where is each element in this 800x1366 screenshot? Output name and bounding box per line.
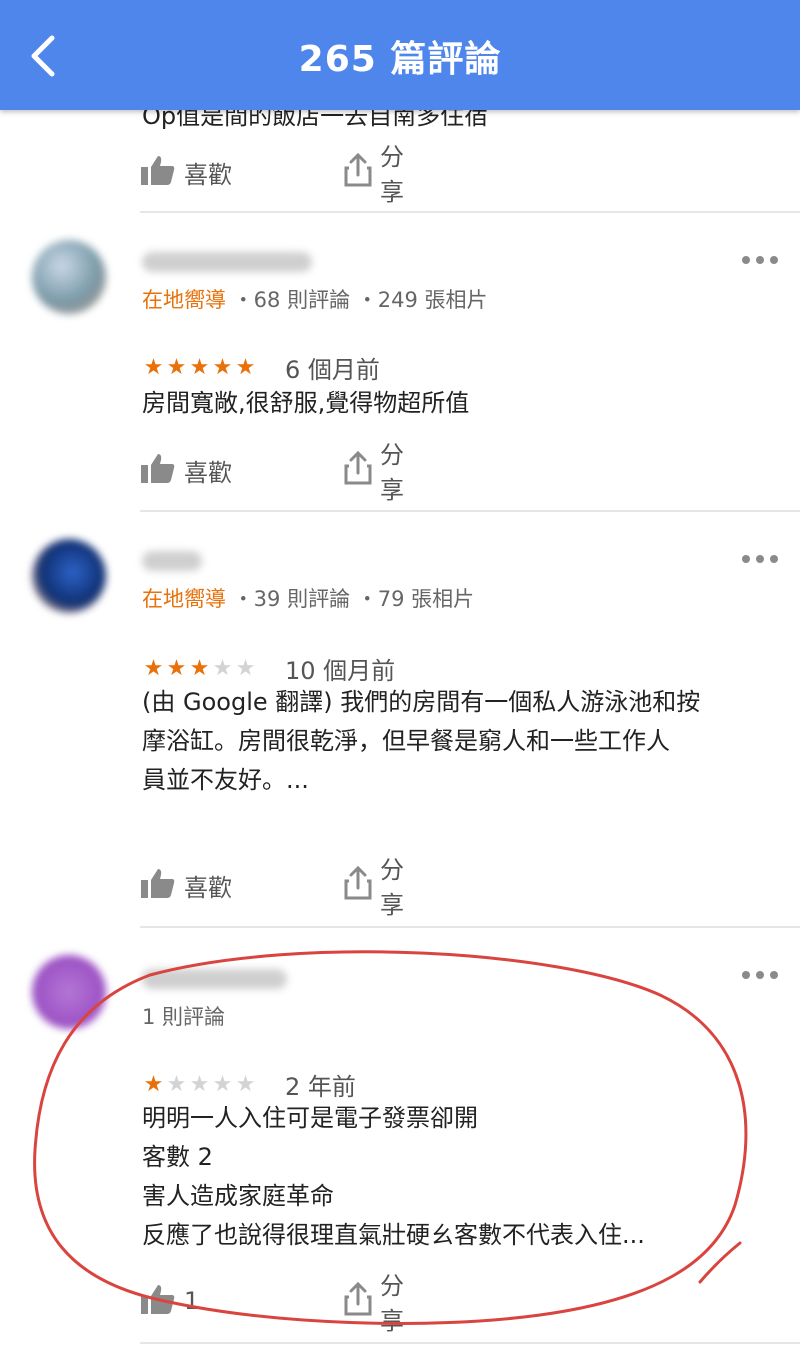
review-time: 2 年前 [285, 1073, 356, 1101]
divider [140, 510, 800, 512]
star-empty-icon: ★ [212, 655, 233, 681]
review-actions: 喜歡 分享 [140, 856, 404, 919]
avatar[interactable] [32, 539, 106, 613]
star-empty-icon: ★ [235, 655, 256, 681]
share-icon [344, 450, 372, 489]
like-label: 喜歡 [184, 458, 232, 487]
share-icon [344, 152, 372, 191]
app-bar: 265 篇評論 [0, 0, 800, 110]
local-guide-label: 在地嚮導 [142, 587, 226, 611]
star-filled-icon: ★ [189, 655, 210, 681]
reviewer-meta: 在地嚮導 ・68 則評論 ・249 張相片 [142, 284, 488, 314]
star-rating: ★ ★ ★ ★ ★ [142, 354, 257, 380]
share-label: 分享 [380, 143, 404, 206]
review-text-line: 明明一人入住可是電子發票卻開 [142, 1104, 478, 1132]
reviewer-stats: 1 則評論 [142, 1005, 226, 1029]
avatar[interactable] [32, 240, 106, 314]
reviewer-meta: 1 則評論 [142, 1001, 225, 1031]
local-guide-label: 在地嚮導 [142, 288, 226, 312]
review-actions: 喜歡 分享 [140, 143, 404, 206]
review-text-line: 員並不友好。... [142, 766, 309, 794]
share-icon [344, 1281, 372, 1320]
avatar[interactable] [32, 955, 106, 1029]
star-filled-icon: ★ [212, 354, 233, 380]
star-rating: ★ ★ ★ ★ ★ [142, 1071, 257, 1097]
reviewer-stats: ・68 則評論 ・249 張相片 [232, 288, 488, 312]
rating-line: ★ ★ ★ ★ ★ 10 個月前 [142, 651, 396, 686]
divider [140, 211, 800, 213]
reviewer-meta: 在地嚮導 ・39 則評論 ・79 張相片 [142, 583, 474, 613]
like-label: 喜歡 [184, 160, 232, 189]
share-icon [344, 865, 372, 904]
divider [140, 926, 800, 928]
rating-line: ★ ★ ★ ★ ★ 2 年前 [142, 1067, 356, 1102]
star-rating: ★ ★ ★ ★ ★ [142, 655, 257, 681]
page-title: 265 篇評論 [298, 39, 502, 80]
share-label: 分享 [380, 1272, 404, 1335]
star-filled-icon: ★ [143, 1071, 164, 1097]
reviewer-name-blurred[interactable] [142, 252, 312, 272]
share-button[interactable]: 分享 [344, 1272, 404, 1335]
more-options-icon[interactable] [742, 250, 778, 270]
more-options-icon[interactable] [742, 965, 778, 985]
share-button[interactable]: 分享 [344, 441, 404, 504]
review-actions: 1 分享 [140, 1272, 404, 1335]
share-label: 分享 [380, 441, 404, 504]
star-filled-icon: ★ [235, 354, 256, 380]
star-filled-icon: ★ [189, 354, 210, 380]
review-text-line: 反應了也說得很理直氣壯硬ㄠ客數不代表入住... [142, 1221, 645, 1249]
share-button[interactable]: 分享 [344, 143, 404, 206]
rating-line: ★ ★ ★ ★ ★ 6 個月前 [142, 350, 380, 385]
review-text-line: (由 Google 翻譯) 我們的房間有一個私人游泳池和按 [142, 688, 701, 716]
star-empty-icon: ★ [212, 1071, 233, 1097]
star-filled-icon: ★ [143, 655, 164, 681]
more-options-icon[interactable] [742, 549, 778, 569]
star-empty-icon: ★ [189, 1071, 210, 1097]
like-label: 喜歡 [184, 873, 232, 902]
thumbs-up-icon [140, 452, 176, 488]
thumbs-up-icon [140, 1283, 176, 1319]
like-button[interactable]: 喜歡 [140, 150, 232, 194]
review-text-line: 害人造成家庭革命 [142, 1182, 334, 1210]
reviewer-stats: ・39 則評論 ・79 張相片 [232, 587, 475, 611]
star-empty-icon: ★ [235, 1071, 256, 1097]
like-count: 1 [184, 1287, 200, 1315]
thumbs-up-icon [140, 154, 176, 190]
reviewer-name-blurred[interactable] [142, 969, 287, 989]
review-time: 10 個月前 [285, 657, 396, 685]
divider [140, 1342, 800, 1344]
thumbs-up-icon [140, 867, 176, 903]
review-text: 明明一人入住可是電子發票卻開 客數 2 害人造成家庭革命 反應了也說得很理直氣壯… [142, 1099, 782, 1255]
review-text-line: 客數 2 [142, 1143, 213, 1171]
star-filled-icon: ★ [166, 354, 187, 380]
like-button[interactable]: 1 [140, 1279, 199, 1323]
share-button[interactable]: 分享 [344, 856, 404, 919]
review-text: (由 Google 翻譯) 我們的房間有一個私人游泳池和按 摩浴缸。房間很乾淨，… [142, 683, 782, 800]
star-empty-icon: ★ [166, 1071, 187, 1097]
review-text-line: 摩浴缸。房間很乾淨，但早餐是窮人和一些工作人 [142, 727, 670, 755]
share-label: 分享 [380, 856, 404, 919]
star-filled-icon: ★ [143, 354, 164, 380]
review-time: 6 個月前 [285, 356, 380, 384]
star-filled-icon: ★ [166, 655, 187, 681]
like-button[interactable]: 喜歡 [140, 448, 232, 492]
review-actions: 喜歡 分享 [140, 441, 404, 504]
review-text: 房間寬敞,很舒服,覺得物超所值 [142, 389, 470, 417]
like-button[interactable]: 喜歡 [140, 863, 232, 907]
reviewer-name-blurred[interactable] [142, 551, 202, 571]
